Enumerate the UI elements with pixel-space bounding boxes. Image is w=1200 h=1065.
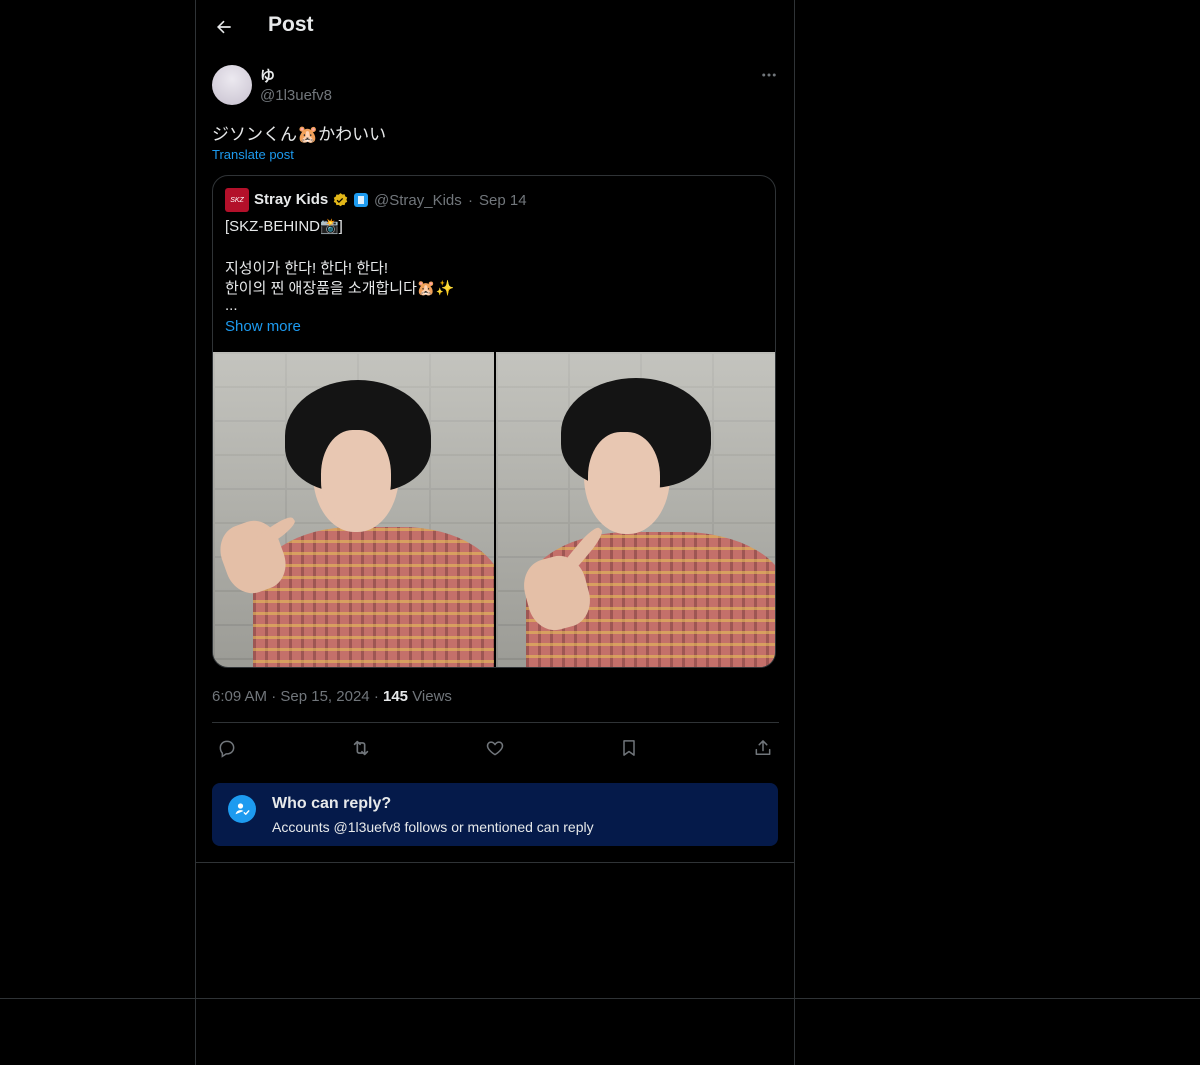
who-can-reply-subtitle: Accounts @1l3uefv8 follows or mentioned …: [272, 819, 594, 835]
quoted-post[interactable]: SKZ Stray Kids @Stray_Kids · Sep 14 [SKZ…: [212, 175, 776, 668]
affiliate-logo-icon: [358, 196, 364, 204]
reply-icon: [219, 740, 235, 758]
bookmark-icon: [623, 740, 635, 756]
user-check-icon: [235, 803, 250, 815]
more-icon: [762, 73, 776, 77]
repost-button[interactable]: [349, 736, 373, 760]
page-title: Post: [268, 13, 314, 36]
quote-avatar-logo-text: SKZ: [230, 196, 244, 204]
divider: [212, 722, 779, 723]
show-more-link[interactable]: Show more: [225, 318, 301, 335]
quote-photo-2[interactable]: [496, 352, 775, 667]
right-column-border: [794, 0, 795, 1065]
left-column-border: [195, 0, 196, 1065]
quote-text-line-3: 한이의 찐 애장품을 소개합니다🐹✨: [225, 280, 455, 297]
post-text: ジソンくん🐹かわいい: [212, 125, 387, 144]
views-count: 145: [382, 688, 409, 705]
like-button[interactable]: [483, 736, 507, 760]
quote-text-line-2: 지성이가 한다! 한다! 한다!: [225, 260, 389, 277]
who-can-reply-title: Who can reply?: [272, 795, 392, 812]
section-divider: [196, 862, 794, 863]
bookmark-button[interactable]: [617, 736, 641, 760]
photo-shirt: [253, 527, 494, 667]
separator-dot: ·: [468, 192, 473, 209]
more-options-button[interactable]: [758, 64, 780, 86]
post-time[interactable]: 6:09 AM: [212, 688, 267, 705]
who-can-reply-banner: Who can reply? Accounts @1l3uefv8 follow…: [212, 783, 778, 846]
reply-button[interactable]: [215, 736, 239, 760]
author-handle[interactable]: @1l3uefv8: [260, 87, 332, 104]
back-arrow-icon: [217, 20, 231, 34]
verified-badge-icon: [333, 193, 348, 207]
quote-date: Sep 14: [479, 192, 527, 209]
bottom-border: [0, 998, 1200, 999]
quote-author-name[interactable]: Stray Kids: [254, 191, 328, 208]
quote-author-avatar[interactable]: SKZ: [225, 188, 249, 212]
translate-post-link[interactable]: Translate post: [212, 147, 294, 162]
photo-face-front: [588, 432, 660, 530]
quote-author-handle: @Stray_Kids: [374, 192, 462, 209]
back-button[interactable]: [208, 11, 240, 43]
separator-dot: ·: [271, 688, 281, 705]
like-icon: [486, 741, 504, 756]
share-button[interactable]: [751, 736, 775, 760]
repost-icon: [353, 740, 369, 756]
page-header: Post: [196, 0, 794, 53]
quote-text-line-4: ...: [225, 297, 238, 314]
quote-text-line-1: [SKZ-BEHIND📸]: [225, 218, 343, 235]
post-meta: 6:09 AM · Sep 15, 2024 · 145 Views: [212, 688, 452, 705]
author-name[interactable]: ゆ: [260, 65, 275, 86]
mention-user-icon: [228, 795, 256, 823]
separator-dot: ·: [373, 688, 383, 705]
affiliate-badge-icon: [354, 193, 368, 207]
share-icon: [755, 740, 771, 755]
views-label: Views: [412, 688, 452, 705]
photo-face-front: [321, 430, 391, 528]
post-date[interactable]: Sep 15, 2024: [280, 688, 369, 705]
quote-photo-1[interactable]: [213, 352, 494, 667]
author-avatar[interactable]: [212, 65, 252, 105]
